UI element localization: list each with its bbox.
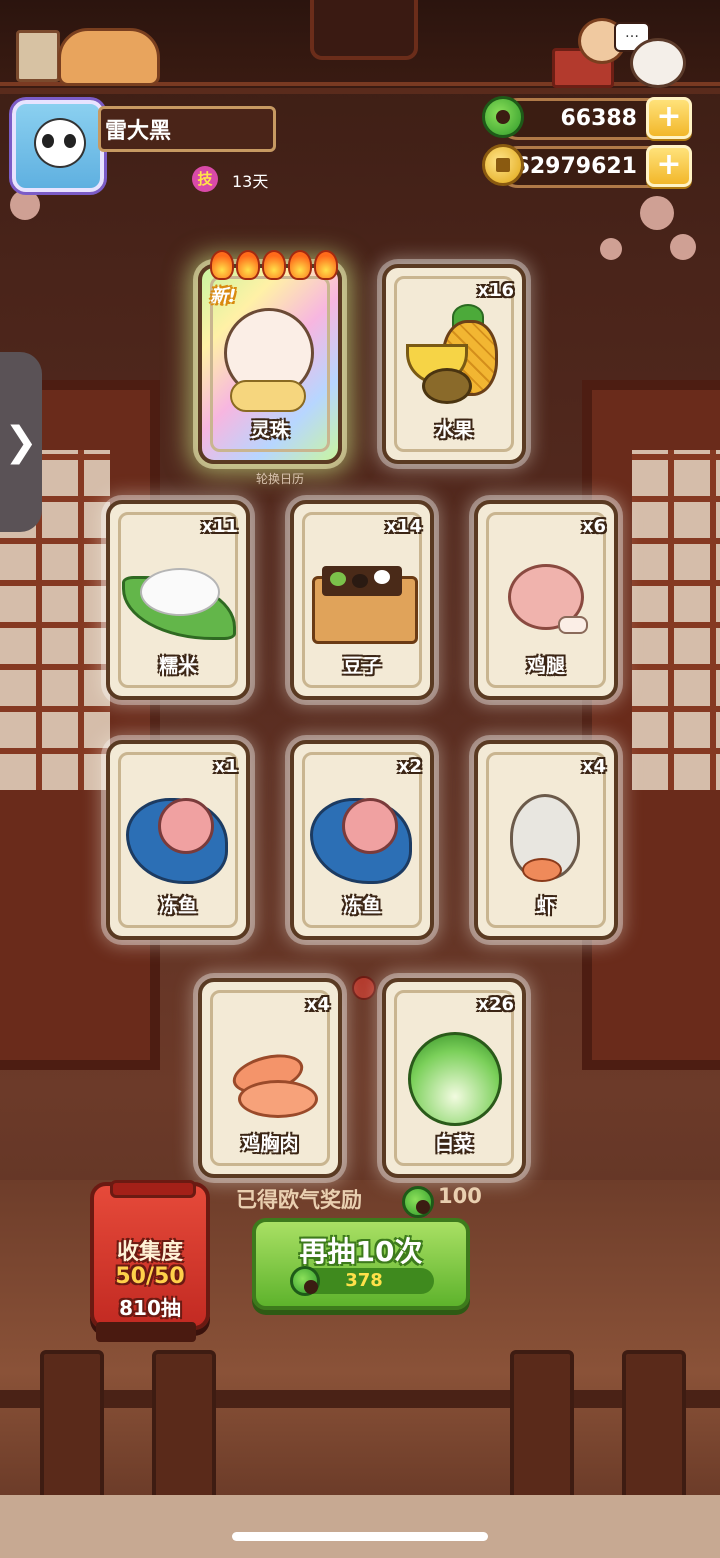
avatar[interactable] (12, 100, 104, 192)
card-quantity: x4 (305, 994, 330, 1015)
avatar-eye (64, 134, 76, 148)
result-card[interactable]: x4 虾 (474, 740, 618, 940)
days-count: 13天 (232, 172, 269, 191)
card-quantity: x11 (201, 516, 238, 537)
avatar-eye (42, 134, 54, 148)
card-quantity: x14 (385, 516, 422, 537)
coin-icon (482, 144, 524, 186)
home-indicator[interactable] (232, 1532, 488, 1541)
board-cap (110, 1180, 196, 1198)
result-card[interactable]: x26 白菜 (382, 978, 526, 1178)
card-quantity: x4 (581, 756, 606, 777)
card-label: 豆子 (342, 655, 381, 677)
result-card[interactable]: x1 冻鱼 (106, 740, 250, 940)
result-card[interactable]: x2 冻鱼 (290, 740, 434, 940)
blossom-decoration (670, 234, 696, 260)
card-label: 鸡腿 (526, 655, 565, 677)
collection-board[interactable]: 收集度 50/50 810抽 (90, 1180, 210, 1330)
card-label: 冻鱼 (342, 895, 381, 917)
right-window-lattice (632, 450, 720, 790)
reward-label: 已得欧气奖励 (236, 1188, 362, 1212)
lingzhu-body-art (230, 380, 306, 412)
scroll-icon[interactable] (16, 30, 60, 82)
player-name: 雷大黑 (98, 106, 276, 152)
card-quantity: x1 (213, 756, 238, 777)
card-quantity: x6 (581, 516, 606, 537)
card-quantity: x2 (397, 756, 422, 777)
result-card[interactable]: x4 鸡胸肉 (198, 978, 342, 1178)
collection-draw-count: 810抽 (119, 1296, 181, 1320)
drumstick-bone-art (558, 616, 588, 634)
shrimp-tail-art (522, 858, 562, 882)
center-ornament (352, 976, 376, 1000)
black-bean-art (352, 574, 368, 588)
fence-post (622, 1350, 686, 1518)
collection-progress: 50/50 (115, 1264, 185, 1289)
flame-icon (210, 250, 234, 280)
fence-rail (0, 1390, 720, 1408)
card-label: 白菜 (434, 1133, 473, 1155)
redraw-label: 再抽10次 (299, 1235, 423, 1268)
rarity-flames (210, 250, 338, 280)
cost-pill: 378 (290, 1266, 434, 1296)
green-bean-art (330, 572, 346, 586)
blossom-decoration (10, 190, 40, 220)
fence-post (40, 1350, 104, 1518)
new-badge: 新! (210, 286, 237, 307)
result-card[interactable]: x16 水果 (382, 264, 526, 464)
fish-cut-art (158, 798, 214, 854)
chicken-breast-art (238, 1080, 318, 1118)
result-card[interactable]: x11 糯米 (106, 500, 250, 700)
skill-icon[interactable]: 技 (192, 166, 218, 192)
redraw-10-button[interactable]: 再抽10次 378 (252, 1218, 470, 1310)
lantern-decoration (310, 0, 418, 60)
fence-post (152, 1350, 216, 1518)
flame-icon (288, 250, 312, 280)
card-label: 水果 (434, 419, 473, 441)
flame-icon (314, 250, 338, 280)
redraw-cost: 378 (345, 1270, 383, 1291)
result-card[interactable]: 新! 灵珠 (198, 250, 342, 464)
card-label: 鸡胸肉 (241, 1133, 299, 1155)
board-stand (96, 1322, 196, 1342)
blossom-decoration (640, 196, 674, 230)
kiwi-art (422, 368, 472, 404)
fence-post (510, 1350, 574, 1518)
card-label: 灵珠 (250, 419, 289, 441)
reward-value: 100 (438, 1184, 482, 1208)
jade-icon (482, 96, 524, 138)
card-quantity: x26 (477, 994, 514, 1015)
blossom-decoration (600, 238, 622, 260)
glutinous-rice-art (140, 568, 220, 616)
jade-icon (402, 1186, 434, 1218)
card-label: 冻鱼 (158, 895, 197, 917)
white-cat-character (630, 38, 686, 88)
card-label: 糯米 (158, 655, 197, 677)
calendar-caption: 轮换日历 (256, 472, 305, 486)
card-label: 虾 (536, 895, 556, 917)
avatar-face (34, 118, 86, 168)
fish-cut-art (342, 798, 398, 854)
cabbage-art (408, 1032, 502, 1126)
white-bean-art (374, 570, 390, 584)
result-card[interactable]: x14 豆子 (290, 500, 434, 700)
add-coins-button[interactable]: + (646, 145, 692, 187)
add-jade-button[interactable]: + (646, 97, 692, 139)
flame-icon (236, 250, 260, 280)
result-card[interactable]: x6 鸡腿 (474, 500, 618, 700)
orange-cat-decoration (58, 28, 160, 86)
flame-icon (262, 250, 286, 280)
side-drawer-toggle[interactable]: ❯ (0, 352, 42, 532)
card-quantity: x16 (477, 280, 514, 301)
collection-title: 收集度 (116, 1240, 183, 1265)
bottom-bar (0, 1495, 720, 1558)
